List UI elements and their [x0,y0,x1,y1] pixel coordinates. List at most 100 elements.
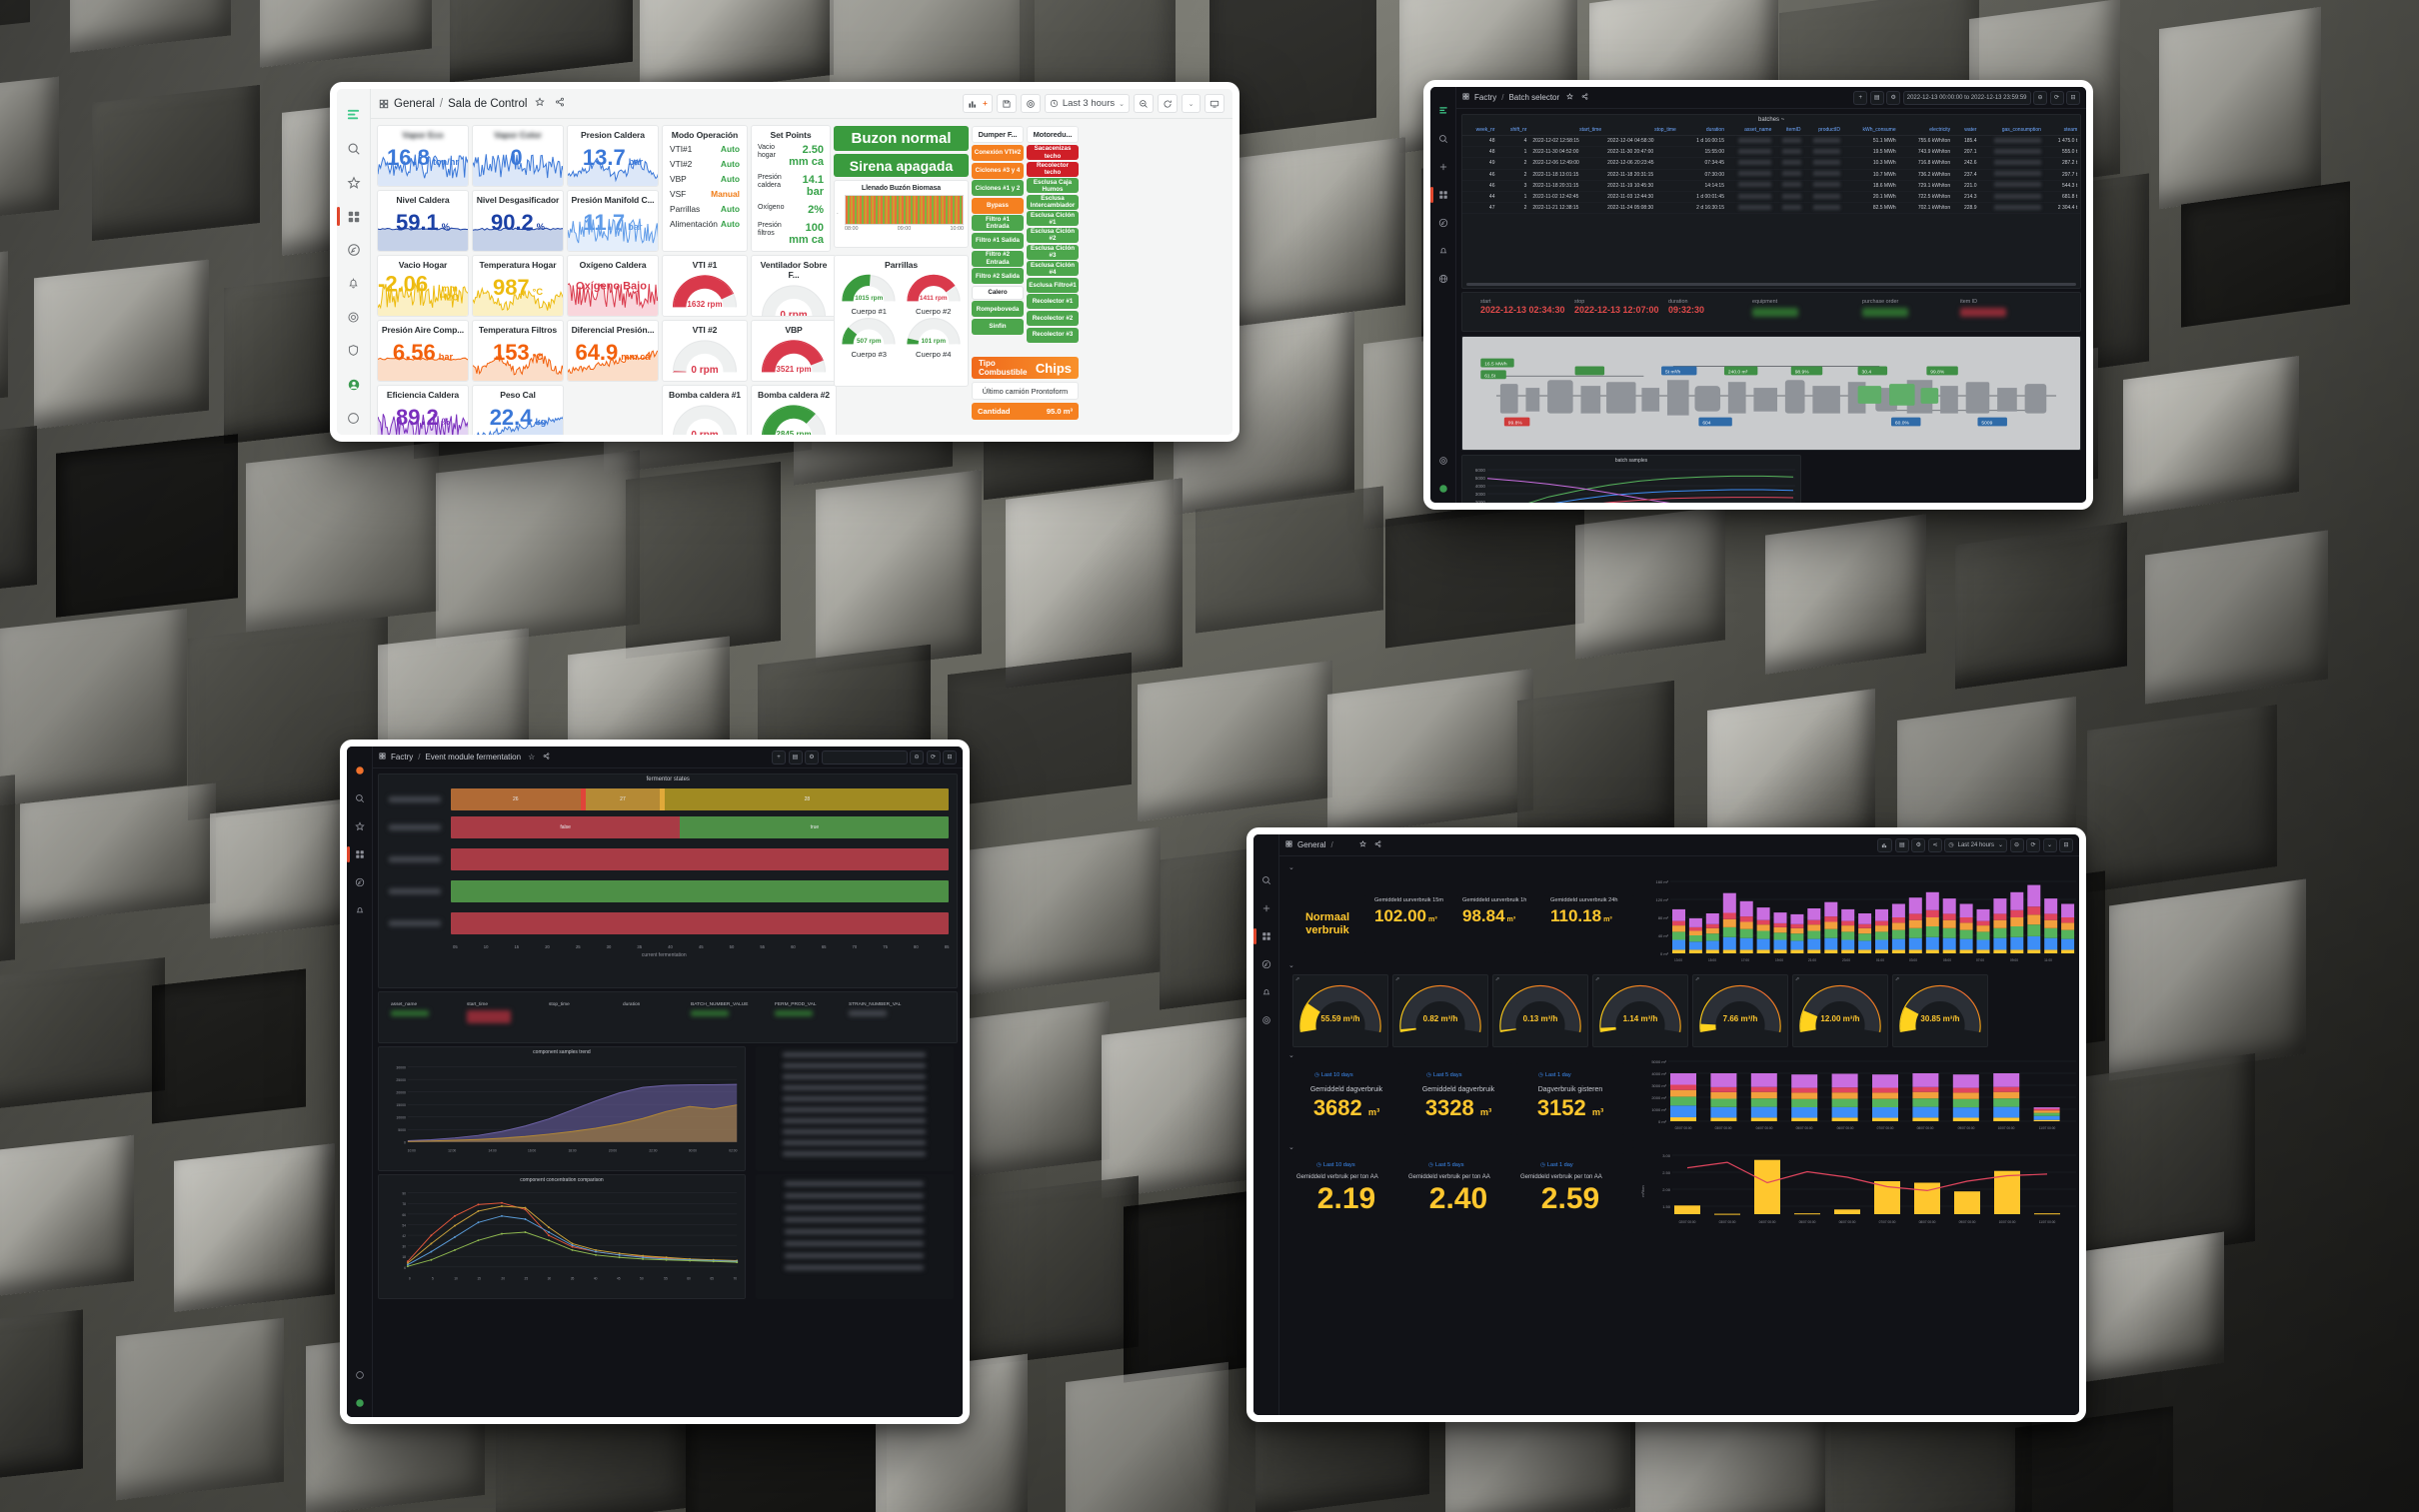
shield-icon[interactable] [337,334,371,368]
window-event-module-fermentation[interactable]: Factry / Event module fermentation ☆ + ▤… [340,740,970,1424]
legend-item[interactable] [785,1241,925,1246]
grafana-logo-icon[interactable] [1430,97,1456,125]
table-header[interactable]: duration [1678,125,1727,136]
batches-table[interactable]: week_nr shift_nr start_time stop_time durati… [1462,125,2081,215]
perton-stat-panel[interactable]: ◷ Last 10 days Gemiddeld verbruik per to… [1292,1153,1400,1231]
refresh-icon[interactable]: ⟳ [926,750,941,764]
flow-gauge-panel[interactable]: ⬀ 0.13 m³/h [1492,974,1588,1047]
refresh-interval-dropdown[interactable]: ⌄ [1182,94,1201,113]
search-icon[interactable] [337,133,371,167]
gear-icon[interactable] [347,1361,373,1389]
flow-gauge-panel[interactable]: ⬀ 1.14 m³/h [1592,974,1688,1047]
hourly-stat-panel[interactable]: Gemiddeld uurverbruik 1h 98.84 m³ [1460,895,1546,953]
legend-item[interactable] [785,1193,925,1198]
legend-item[interactable] [783,1085,927,1090]
legend-item[interactable] [783,1096,927,1101]
motoreductor-status-button[interactable]: Esclusa Filtro#1 [1027,277,1079,293]
table-row[interactable]: 48 1 2022-11-30 04:52:00 2022-11-30 20:4… [1462,146,2081,159]
table-header[interactable]: productID [1803,125,1843,136]
page-title[interactable]: Event module fermentation [425,753,521,761]
motoreductor-status-button[interactable]: Esclusa Ciclón #3 [1027,244,1079,260]
gauge-panel[interactable]: VBP 3521 rpm [751,320,837,382]
zoom-out-icon[interactable] [1134,94,1154,113]
sidebar-item-dashboards[interactable] [1430,181,1456,209]
window-sala-de-control[interactable]: General / Sala de Control + Last 3 hours… [330,82,1239,442]
gauge-panel[interactable]: Bomba caldera #1 0 rpm [662,385,748,435]
legend-item[interactable] [785,1229,925,1234]
compass-icon[interactable] [1253,950,1279,978]
motoreductor-status-button[interactable]: Esclusa Caja Humos [1027,178,1079,194]
dumper-status-button[interactable]: Ciclones #3 y 4 [972,162,1024,179]
dumper-status-button[interactable]: Filtro #2 Salida [972,268,1024,285]
legend-item[interactable] [783,1074,927,1079]
avatar-icon[interactable] [337,368,371,402]
table-header[interactable]: stop_time [1604,125,1679,136]
row-collapse-chevron[interactable]: ⌄ [1288,961,1294,969]
legend-item[interactable] [783,1063,927,1068]
avatar-icon[interactable] [1430,475,1456,503]
gauge-panel[interactable]: Ventilador Sobre F... 0 rpm [751,255,837,317]
add-panel-icon[interactable]: + [1853,90,1868,105]
table-scrollbar[interactable] [1466,283,2077,286]
dumper-status-button[interactable]: Filtro #2 Entrada [972,250,1024,267]
star-icon[interactable]: ☆ [528,753,535,761]
motoreductor-status-button[interactable]: Sacacenizas techo [1027,145,1079,160]
save-icon[interactable] [996,94,1017,113]
daily-consumption-chart-panel[interactable]: 5000 m³ 4000 m³ 3000 m³ 2000 m³ 1000 m³ 0 m³ … [1632,1055,2079,1141]
panel-time-range-link[interactable]: ◷ Last 10 days [1292,1070,1353,1078]
stat-panel[interactable]: Presión Manifold C... 11.7 bar [567,190,659,252]
motoreductor-status-button[interactable]: Recolector #1 [1027,294,1079,310]
legend-item[interactable] [785,1253,925,1258]
bell-icon[interactable] [337,267,371,301]
refresh-interval-dropdown[interactable]: ⌄ [2042,837,2057,852]
grafana-logo-icon[interactable] [347,756,373,784]
compass-icon[interactable] [347,868,373,896]
share-button[interactable]: ⋖ [1927,837,1942,852]
star-icon[interactable] [347,812,373,840]
grafana-logo-icon[interactable] [337,99,371,133]
flow-gauge-panel[interactable]: ⬀ 7.66 m³/h [1692,974,1788,1047]
bell-icon[interactable] [347,896,373,924]
daily-stat-panel[interactable]: ◷ Last 1 day Dagverbruik gisteren 3152 m… [1516,1063,1624,1135]
row-collapse-chevron[interactable]: ⌄ [1288,863,1294,871]
zoom-out-icon[interactable]: ⊖ [910,750,924,764]
perton-chart-panel[interactable]: 3.00 2.50 2.00 1.50 m³/ton 02/07 00:00 03/07… [1632,1147,2079,1233]
stat-panel[interactable]: Eficiencia Caldera 89.2 % [377,385,469,435]
panel-time-range-link[interactable]: ◷ Last 1 day [1516,1070,1571,1078]
star-icon[interactable] [1566,93,1574,102]
table-row[interactable]: 46 2 2022-11-18 13:01:15 2022-11-18 20:3… [1462,169,2081,181]
stat-panel[interactable]: Temperatura Hogar 987 °C [472,255,564,317]
table-row[interactable]: 46 3 2022-11-18 20:31:15 2022-11-19 10:4… [1462,180,2081,192]
table-header[interactable]: shift_nr [1497,125,1530,136]
flow-gauge-panel[interactable]: ⬀ 30.85 m³/h [1892,974,1988,1047]
zoom-out-icon[interactable]: ⊖ [2009,837,2024,852]
gantt-segment[interactable]: true [680,816,950,838]
dumper-status-button[interactable]: Bypass [972,197,1024,214]
time-range-picker[interactable]: 2022-12-13 00:00:00 to 2022-12-13 23:59:… [1902,90,2031,105]
time-range-picker[interactable]: ◷ Last 24 hours ⌄ [1944,837,2007,852]
legend-item[interactable] [783,1052,927,1057]
panel-time-range-link[interactable]: ◷ Last 5 days [1404,1160,1464,1168]
stat-panel[interactable]: Vapor Eco 16.8 ton/hr [377,125,469,187]
settings-icon[interactable]: ⚙ [1911,837,1926,852]
gantt-segment[interactable]: false [451,816,681,838]
panel-time-range-link[interactable]: ◷ Last 1 day [1516,1160,1573,1168]
table-row[interactable]: 48 4 2022-12-02 12:58:15 2022-12-04 04:5… [1462,135,2081,148]
motoreductores-panel[interactable]: Motoredu... Sacacenizas techo Recolector … [1027,126,1079,354]
compass-icon[interactable] [337,233,371,267]
search-icon[interactable] [1253,866,1279,894]
hourly-stat-panel[interactable]: Gemiddeld uurverbruik 15m 102.00 m³ [1372,895,1458,953]
save-icon[interactable]: ▤ [1869,90,1884,105]
daily-stat-panel[interactable]: ◷ Last 10 days Gemiddeld dagverbruik 368… [1292,1063,1400,1135]
breadcrumb[interactable]: Factry / Batch selector [1462,93,1588,102]
legend-item[interactable] [785,1265,925,1270]
dumper-panel[interactable]: Dumper F... Conexión VTI#2 Ciclones #3 y … [972,126,1024,354]
settings-icon[interactable]: ⚙ [805,750,819,764]
table-row[interactable]: 49 2 2022-12-06 12:49:00 2022-12-06 20:2… [1462,157,2081,170]
legend-item[interactable] [783,1107,927,1112]
cantidad-panel[interactable]: Cantidad 95.0 m³ [972,403,1079,420]
motoreductor-status-button[interactable]: Esclusa Ciclón #1 [1027,211,1079,227]
table-header[interactable]: start_time [1529,125,1605,136]
motoreductor-status-button[interactable]: Recolector #2 [1027,310,1079,326]
sidebar-nav-ferm[interactable] [347,747,373,1417]
